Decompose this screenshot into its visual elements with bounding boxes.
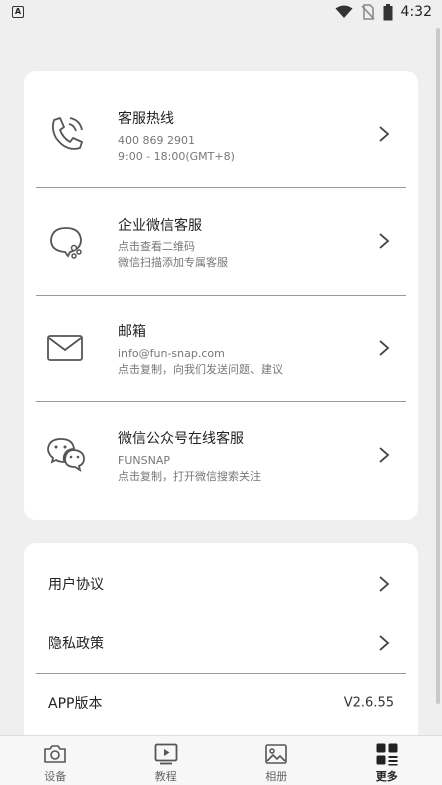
email-title: 邮箱 [118,324,146,340]
app-version-label: APP版本 [48,696,103,712]
wechat-official-title: 微信公众号在线客服 [118,431,244,447]
email-hint: 点击复制，向我们发送问题、建议 [118,363,283,376]
mail-icon [47,335,83,361]
chevron-right-icon [379,340,390,356]
app-version-row: APP版本 V2.6.55 [24,674,418,732]
notification-a-icon: A [12,6,24,18]
status-time: 4:32 [400,4,432,20]
bottom-tab-bar: 设备 教程 相册 更多 [0,735,442,785]
contact-row-hotline[interactable]: 客服热线 400 869 2901 9:00 - 18:00(GMT+8) [24,81,418,187]
tab-device[interactable]: 设备 [0,736,111,785]
wecom-chat-icon [50,227,82,259]
tab-label: 设备 [44,770,67,783]
hotline-number: 400 869 2901 [118,134,195,147]
privacy-policy-row[interactable]: 隐私政策 [24,614,418,672]
image-icon [265,744,288,764]
wecom-line-2: 微信扫描添加专属客服 [118,256,228,269]
privacy-policy-label: 隐私政策 [48,636,104,652]
user-agreement-row[interactable]: 用户协议 [24,555,418,613]
wecom-title: 企业微信客服 [118,218,202,234]
tab-label: 相册 [265,770,288,783]
tab-more[interactable]: 更多 [332,736,442,785]
chevron-right-icon [379,447,390,463]
tab-album[interactable]: 相册 [221,736,332,785]
status-bar: A 4:32 [0,0,442,24]
wecom-line-1: 点击查看二维码 [118,240,195,253]
wifi-icon [335,5,353,18]
wechat-icon [47,438,85,472]
video-icon [154,743,178,765]
contact-row-email[interactable]: 邮箱 info@fun-snap.com 点击复制，向我们发送问题、建议 [24,295,418,401]
chevron-right-icon [379,233,390,249]
contact-row-wechat-official[interactable]: 微信公众号在线客服 FUNSNAP 点击复制，打开微信搜索关注 [24,402,418,508]
tab-label: 教程 [154,770,177,783]
grid-icon [376,743,398,766]
user-agreement-label: 用户协议 [48,577,104,593]
app-version-value: V2.6.55 [343,695,394,711]
no-sim-icon [360,4,375,20]
wechat-official-hint: 点击复制，打开微信搜索关注 [118,470,261,483]
tab-label: 更多 [375,770,398,783]
settings-card: 用户协议 隐私政策 APP版本 V2.6.55 [24,543,418,763]
battery-icon [383,3,393,20]
contact-card: 客服热线 400 869 2901 9:00 - 18:00(GMT+8) 企业… [24,71,418,520]
hotline-hours: 9:00 - 18:00(GMT+8) [118,150,235,163]
contact-row-wecom[interactable]: 企业微信客服 点击查看二维码 微信扫描添加专属客服 [24,188,418,294]
chevron-right-icon [379,576,390,592]
scrollbar[interactable] [436,28,440,704]
chevron-right-icon [379,126,390,142]
wechat-official-id: FUNSNAP [118,454,170,467]
email-address: info@fun-snap.com [118,347,225,360]
chevron-right-icon [379,635,390,651]
camera-icon [44,745,67,763]
phone-icon [51,117,83,150]
hotline-title: 客服热线 [118,111,174,127]
tab-tutorial[interactable]: 教程 [111,736,222,785]
